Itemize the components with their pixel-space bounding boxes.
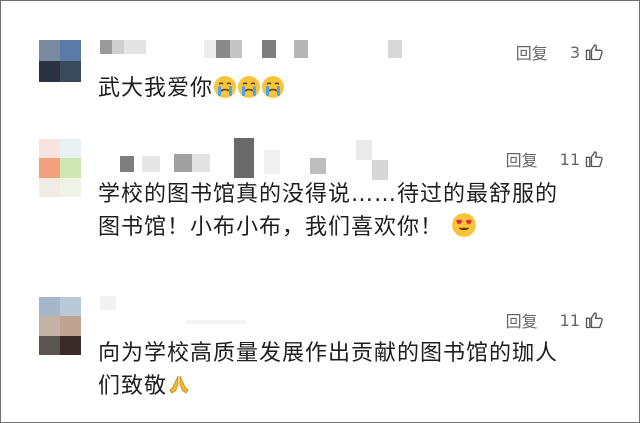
heart-eyes-face-icon (451, 212, 477, 248)
username-redacted[interactable] (100, 138, 388, 180)
like-count: 3 (569, 42, 580, 62)
avatar-pixel (39, 61, 60, 82)
crying-face-icon (213, 75, 237, 109)
username-redacted[interactable] (100, 296, 246, 324)
comment-meta: 回复 11 (506, 308, 604, 332)
avatar-pixel (39, 316, 60, 336)
like-count: 11 (559, 149, 580, 169)
avatar-pixel (60, 316, 81, 336)
comment-meta: 回复 3 (516, 40, 604, 64)
avatar-pixel (39, 335, 60, 355)
thumbs-up-icon[interactable] (584, 310, 604, 330)
avatar[interactable] (39, 139, 81, 197)
avatar-pixel (39, 40, 60, 61)
reply-button[interactable]: 回复 (506, 308, 538, 332)
username-redacted[interactable] (100, 40, 402, 58)
avatar-pixel (60, 177, 81, 197)
comment-text-line-2: 们致敬 (98, 370, 610, 407)
avatar-pixel (39, 139, 60, 159)
comment-text-line: 学校的图书馆真的没得说……待过的最舒服的 (98, 182, 559, 207)
reply-button[interactable]: 回复 (506, 147, 538, 171)
avatar-pixel (60, 158, 81, 178)
praying-hands-icon (167, 373, 191, 407)
crying-face-icon (237, 75, 261, 109)
avatar[interactable] (39, 40, 81, 82)
comment-text-content: 武大我爱你 (98, 76, 214, 101)
comment-text: 武大我爱你 (98, 72, 610, 109)
avatar-pixel (60, 335, 81, 355)
avatar-pixel (60, 40, 81, 61)
avatar-pixel (60, 297, 81, 317)
avatar[interactable] (39, 297, 81, 355)
comment-text-line: 向为学校高质量发展作出贡献的图书馆的珈人 (98, 341, 559, 366)
avatar-pixel (39, 158, 60, 178)
comment-text-line: 图书馆！小布小布，我们喜欢你！ (98, 215, 444, 240)
comment-text: 向为学校高质量发展作出贡献的图书馆的珈人 们致敬 (98, 337, 610, 407)
comment-meta: 回复 11 (506, 147, 604, 171)
avatar-pixel (39, 297, 60, 317)
like-count: 11 (559, 310, 580, 330)
crying-face-icon (261, 75, 285, 109)
comment-text: 学校的图书馆真的没得说……待过的最舒服的 图书馆！小布小布，我们喜欢你！ (98, 178, 610, 248)
reply-button[interactable]: 回复 (516, 40, 548, 64)
comment-text-line: 们致敬 (98, 374, 168, 399)
thumbs-up-icon[interactable] (584, 149, 604, 169)
thumbs-up-icon[interactable] (584, 42, 604, 62)
avatar-pixel (60, 139, 81, 159)
comment-text-line-2: 图书馆！小布小布，我们喜欢你！ (98, 211, 610, 248)
avatar-pixel (39, 177, 60, 197)
avatar-pixel (60, 61, 81, 82)
